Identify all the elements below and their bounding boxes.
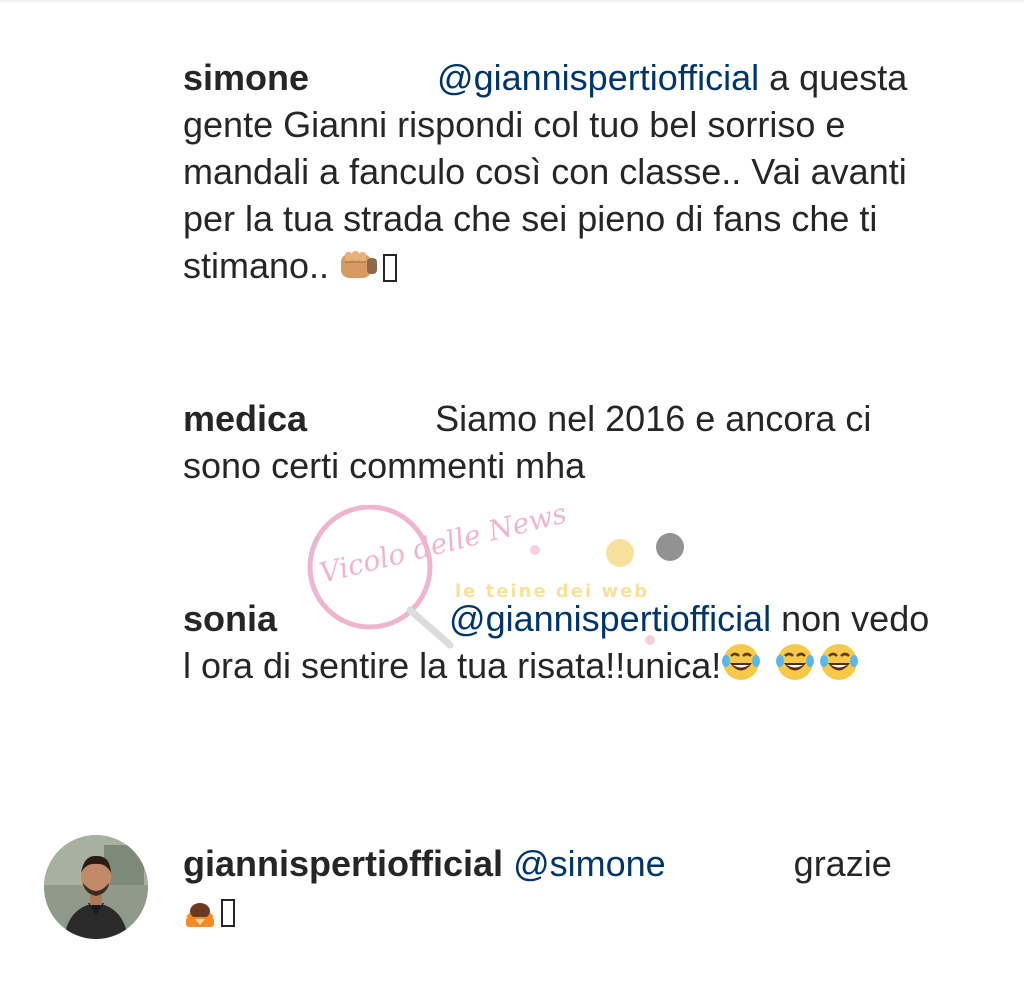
comment-text: a [769, 57, 790, 98]
comment-item: sonia @giannispertiofficial non vedo l or… [183, 595, 943, 693]
comment-item: simone @giannispertiofficial a questa gen… [183, 54, 943, 293]
oncoming-fist-icon [339, 246, 379, 293]
missing-glyph-icon [383, 254, 398, 282]
top-divider [0, 0, 1024, 2]
comment-mention[interactable]: @giannispertiofficial [437, 57, 759, 98]
person-bowing-icon [183, 891, 217, 938]
comment-item: medica Siamo nel 2016 e ancora ci sono ce… [183, 395, 943, 489]
comment-mention[interactable]: @simone [513, 843, 666, 884]
tears-of-joy-icon [775, 642, 815, 693]
comment-text: grazie [793, 843, 892, 884]
comment-username[interactable]: giannispertiofficial [183, 843, 503, 884]
comment-username[interactable]: sonia [183, 598, 277, 639]
tears-of-joy-icon [721, 642, 761, 693]
watermark-logo-text: Vicolo delle News [316, 505, 570, 590]
missing-glyph-icon [221, 899, 235, 927]
comment-username[interactable]: simone [183, 57, 309, 98]
comment-item: giannispertiofficial @simone grazie [183, 840, 943, 938]
comment-username[interactable]: medica [183, 398, 307, 439]
comment-mention[interactable]: @giannispertiofficial [449, 598, 771, 639]
avatar[interactable] [44, 835, 148, 939]
tears-of-joy-icon [819, 642, 859, 693]
